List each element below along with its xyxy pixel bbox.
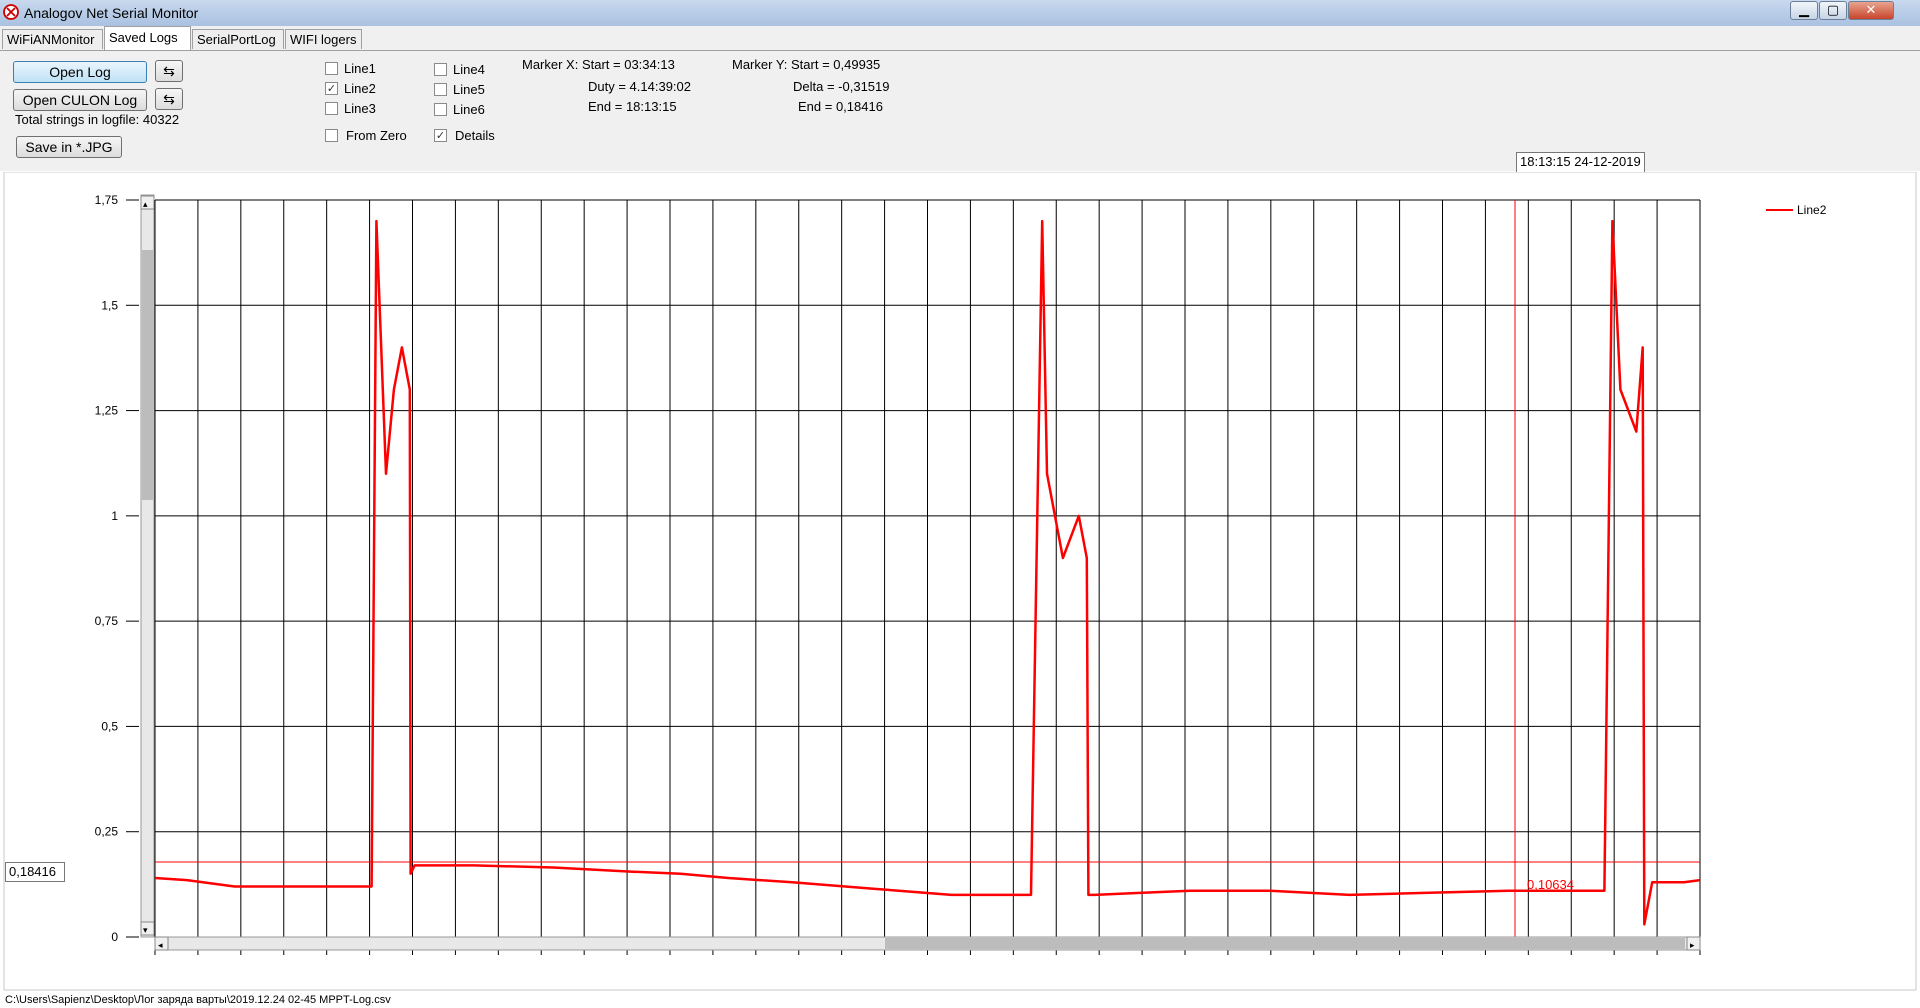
total-strings-label: Total strings in logfile: 40322 xyxy=(15,112,180,127)
details-checkbox[interactable]: ✓ xyxy=(434,129,447,142)
y-tick-label: 0,25 xyxy=(95,825,119,839)
title-bar[interactable]: Analogov Net Serial Monitor ▁ ▢ ✕ xyxy=(0,0,1920,27)
line1-checkbox[interactable] xyxy=(325,62,338,75)
refresh-log-button[interactable]: ⇆ xyxy=(155,60,183,82)
vertical-scroll-thumb[interactable] xyxy=(142,250,153,500)
y-tick-label: 1 xyxy=(111,509,118,523)
chart-background xyxy=(3,172,1917,991)
scroll-up-arrow-icon: ▴ xyxy=(143,200,148,210)
line2-label: Line2 xyxy=(344,81,376,96)
app-icon xyxy=(3,4,19,20)
line4-label: Line4 xyxy=(453,62,485,77)
scroll-left-arrow-icon: ◂ xyxy=(158,941,163,951)
scroll-down-arrow-icon: ▾ xyxy=(143,926,148,936)
marker-y-delta: Delta = -0,31519 xyxy=(793,79,890,94)
tab-serialportlog[interactable]: SerialPortLog xyxy=(192,29,284,49)
tab-strip: WiFiANMonitor Saved Logs SerialPortLog W… xyxy=(0,26,1920,50)
tab-saved-logs[interactable]: Saved Logs xyxy=(104,26,191,50)
legend-line2-label: Line2 xyxy=(1797,203,1827,217)
marker-x-start: Marker X: Start = 03:34:13 xyxy=(522,57,675,72)
open-culon-log-button[interactable]: Open CULON Log xyxy=(13,89,147,111)
line5-label: Line5 xyxy=(453,82,485,97)
maximize-button[interactable]: ▢ xyxy=(1819,1,1847,20)
details-label: Details xyxy=(455,128,495,143)
window-title: Analogov Net Serial Monitor xyxy=(24,5,199,21)
chart-area[interactable]: 1,75 1,5 1,25 1 0,75 0,5 0,25 0 0,10634 ▴ ▾ ◂ ▸… xyxy=(0,172,1920,992)
horizontal-scroll-thumb[interactable] xyxy=(885,938,1685,949)
line4-checkbox[interactable] xyxy=(434,63,447,76)
y-tick-label: 0,5 xyxy=(101,719,118,733)
marker-y-end: End = 0,18416 xyxy=(798,99,883,114)
marker-y-start: Marker Y: Start = 0,49935 xyxy=(732,57,881,72)
marker-value-annotation: 0,10634 xyxy=(1527,877,1574,892)
from-zero-checkbox[interactable] xyxy=(325,129,338,142)
status-file-path: C:\Users\Sapienz\Desktop\Лог заряда варт… xyxy=(5,994,391,1006)
line6-checkbox[interactable] xyxy=(434,103,447,116)
from-zero-label: From Zero xyxy=(346,128,407,143)
refresh-icon: ⇆ xyxy=(163,63,175,79)
line3-checkbox[interactable] xyxy=(325,102,338,115)
line5-checkbox[interactable] xyxy=(434,83,447,96)
y-tick-label: 0,75 xyxy=(95,614,119,628)
y-tick-label: 1,5 xyxy=(101,298,118,312)
tab-wifianmonitor[interactable]: WiFiANMonitor xyxy=(2,29,103,49)
marker-x-end: End = 18:13:15 xyxy=(588,99,677,114)
refresh-icon: ⇆ xyxy=(163,91,175,107)
refresh-culon-button[interactable]: ⇆ xyxy=(155,88,183,110)
y-marker-value-box: 0,18416 xyxy=(5,862,65,882)
open-log-button[interactable]: Open Log xyxy=(13,61,147,83)
minimize-button[interactable]: ▁ xyxy=(1790,1,1818,20)
line2-checkbox[interactable]: ✓ xyxy=(325,82,338,95)
scroll-right-arrow-icon: ▸ xyxy=(1690,941,1695,951)
y-tick-label: 0 xyxy=(111,930,118,944)
line3-label: Line3 xyxy=(344,101,376,116)
marker-date-label: 18:13:15 24-12-2019 xyxy=(1516,152,1645,173)
line1-label: Line1 xyxy=(344,61,376,76)
save-jpg-button[interactable]: Save in *.JPG xyxy=(16,136,122,158)
close-button[interactable]: ✕ xyxy=(1848,1,1894,20)
marker-x-duty: Duty = 4.14:39:02 xyxy=(588,79,691,94)
tab-wifi-logers[interactable]: WIFI logers xyxy=(285,29,362,49)
line6-label: Line6 xyxy=(453,102,485,117)
y-tick-label: 1,25 xyxy=(95,404,119,418)
y-tick-label: 1,75 xyxy=(95,193,119,207)
